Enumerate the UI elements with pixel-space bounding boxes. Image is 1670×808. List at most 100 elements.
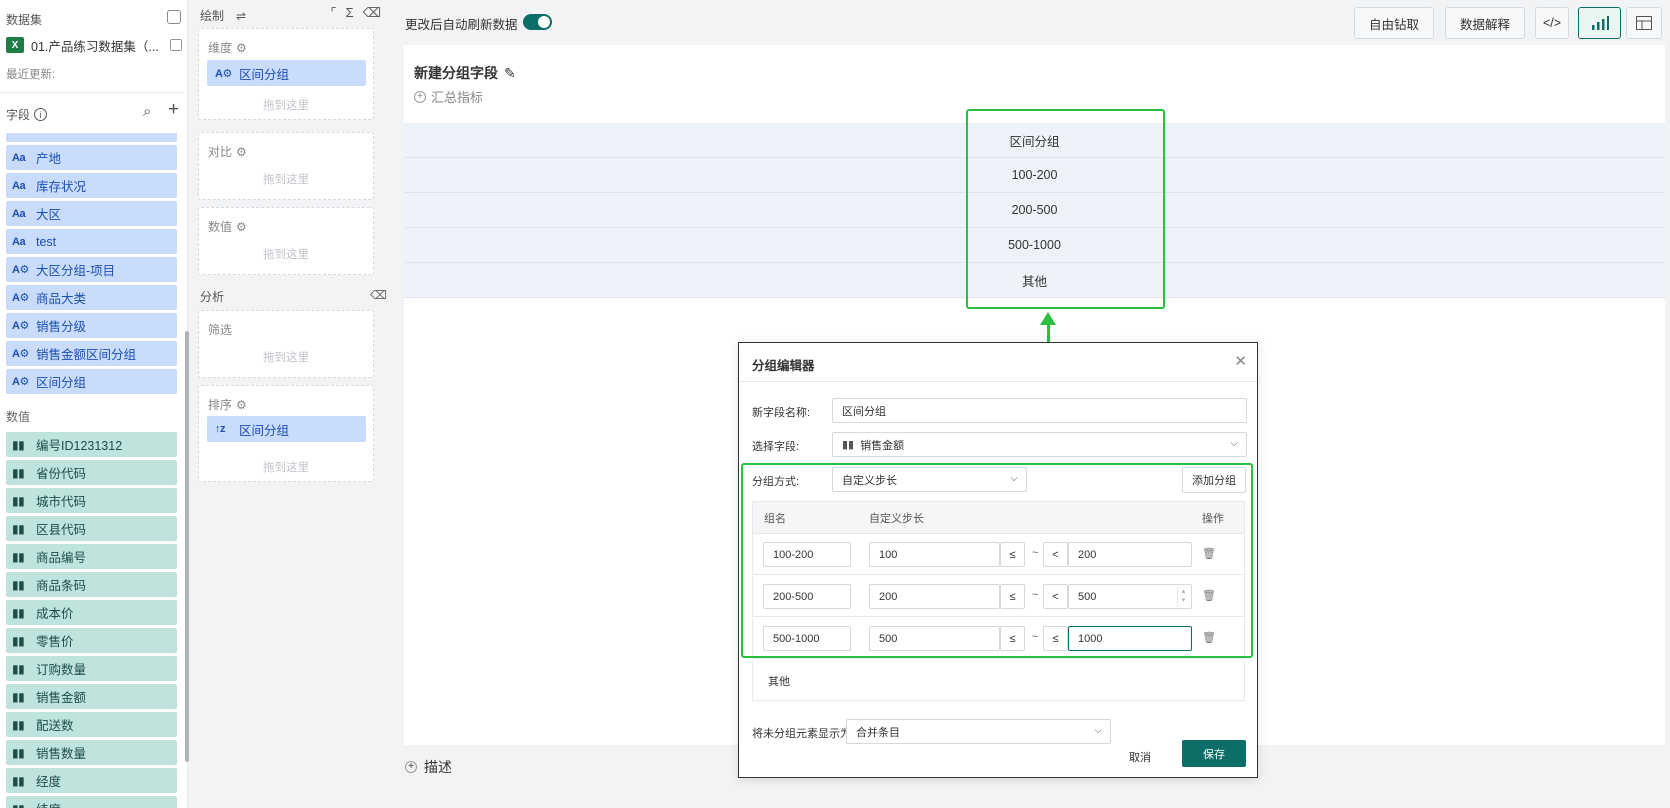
dimension-zone[interactable]: 维度 ⚙ A⚙ 区间分组 拖到这里 xyxy=(198,28,374,120)
dataset-row[interactable]: X 01.产品练习数据集（... xyxy=(6,36,184,54)
eraser-icon[interactable]: ⌫ xyxy=(370,288,387,302)
describe-button[interactable]: + 描述 xyxy=(405,757,452,777)
measure-field[interactable]: ▮▮ 销售金额 xyxy=(6,684,177,709)
dimension-field[interactable]: Aa 库存状况 xyxy=(6,173,177,198)
cancel-button[interactable]: 取消 xyxy=(1129,749,1151,765)
auto-refresh-label: 更改后自动刷新数据 xyxy=(405,18,518,32)
measure-icon: ▮▮ xyxy=(12,745,25,760)
add-circle-icon: + xyxy=(405,761,417,773)
dataset-preview-icon[interactable] xyxy=(170,39,182,51)
new-field-label: 新字段名称: xyxy=(752,407,811,419)
group-field-icon: A⚙ xyxy=(12,292,29,304)
group-field-icon: A⚙ xyxy=(12,320,29,332)
gear-icon[interactable]: ⚙ xyxy=(236,145,247,159)
measure-icon: ▮▮ xyxy=(12,717,25,732)
save-button[interactable]: 保存 xyxy=(1182,740,1246,767)
switch-dataset-icon[interactable] xyxy=(167,10,181,24)
group-rows-highlight-box xyxy=(741,463,1253,658)
sigma-icon[interactable]: Σ xyxy=(346,5,354,21)
measure-field[interactable]: ▮▮ 区县代码 xyxy=(6,516,177,541)
info-icon[interactable]: i xyxy=(34,108,48,121)
gear-icon[interactable]: ⚙ xyxy=(236,220,247,234)
dimension-field[interactable]: A⚙ 销售分级 xyxy=(6,313,177,338)
auto-refresh-toggle[interactable] xyxy=(523,14,552,30)
measure-icon: ▮▮ xyxy=(12,633,25,648)
measure-field[interactable]: ▮▮ 成本价 xyxy=(6,600,177,625)
chart-view-button[interactable] xyxy=(1578,7,1621,39)
corner-icon[interactable]: ⌜ xyxy=(330,5,336,21)
drop-hint: 拖到这里 xyxy=(263,249,309,261)
bar-chart-icon xyxy=(1591,16,1609,30)
measure-icon: ▮▮ xyxy=(12,437,25,452)
divider xyxy=(739,381,1257,382)
arrow-head-icon xyxy=(1040,312,1056,325)
measure-field[interactable]: ▮▮ 城市代码 xyxy=(6,488,177,513)
filter-zone[interactable]: 筛选 拖到这里 xyxy=(198,310,374,378)
fields-header: 字段 i xyxy=(6,106,48,123)
dimension-field[interactable]: A⚙ 大区分组-项目 xyxy=(6,257,177,282)
eraser-icon[interactable]: ⌫ xyxy=(363,5,381,21)
measure-field[interactable]: ▮▮ 销售数量 xyxy=(6,740,177,765)
dimension-field[interactable]: A⚙ 区间分组 xyxy=(6,369,177,394)
table-view-button[interactable] xyxy=(1626,7,1662,39)
edit-icon[interactable]: ✎ xyxy=(504,65,516,82)
gear-icon[interactable]: ⚙ xyxy=(236,398,247,412)
measure-field[interactable]: ▮▮ 省份代码 xyxy=(6,460,177,485)
summary-metric[interactable]: + 汇总指标 xyxy=(414,87,483,106)
divider xyxy=(0,92,185,93)
gear-icon[interactable]: ⚙ xyxy=(236,41,247,55)
dimension-field[interactable]: Aa test xyxy=(6,229,177,254)
dimension-field[interactable]: Aa 产地 xyxy=(6,145,177,170)
free-drill-button[interactable]: 自由钻取 xyxy=(1354,7,1434,39)
drop-hint: 拖到这里 xyxy=(263,100,309,112)
fields-label: 字段 xyxy=(6,108,31,122)
ungrouped-label: 将未分组元素显示为: xyxy=(752,728,855,740)
measure-icon: ▮▮ xyxy=(12,661,25,676)
measure-field[interactable]: ▮▮ 配送数 xyxy=(6,712,177,737)
dimension-field[interactable]: A⚙ 商品大类 xyxy=(6,285,177,310)
measure-icon: ▮▮ xyxy=(12,521,25,536)
measure-field[interactable]: ▮▮ 经度 xyxy=(6,768,177,793)
value-zone-title: 数值 ⚙ xyxy=(208,219,247,235)
data-explain-button[interactable]: 数据解释 xyxy=(1445,7,1525,39)
value-zone[interactable]: 数值 ⚙ 拖到这里 xyxy=(198,207,374,275)
measure-field[interactable]: ▮▮ 零售价 xyxy=(6,628,177,653)
values-section-label: 数值 xyxy=(6,410,31,424)
measure-field[interactable]: ▮▮ 订购数量 xyxy=(6,656,177,681)
dimension-zone-title: 维度 ⚙ xyxy=(208,40,247,56)
compare-zone[interactable]: 对比 ⚙ 拖到这里 xyxy=(198,132,374,200)
group-field-icon: A⚙ xyxy=(12,264,29,276)
table-highlight-box xyxy=(966,109,1165,309)
measure-field[interactable]: ▮▮ 商品编号 xyxy=(6,544,177,569)
close-icon[interactable]: ✕ xyxy=(1234,352,1247,370)
group-field-icon: A⚙ xyxy=(12,376,29,388)
sort-pill[interactable]: ↑z 区间分组 xyxy=(207,416,366,442)
measure-icon: ▮▮ xyxy=(12,773,25,788)
select-field-dropdown[interactable]: ▮▮ 销售金额 ⌵ xyxy=(832,432,1247,457)
add-field-icon[interactable]: + xyxy=(168,99,179,121)
last-updated-label: 最近更新: xyxy=(6,69,56,81)
chevron-down-icon: ⌵ xyxy=(1094,725,1102,736)
measure-field[interactable]: ▮▮纬度 xyxy=(6,796,177,808)
group-field-icon: A⚙ xyxy=(215,67,232,80)
other-group-row: 其他 xyxy=(752,661,1245,701)
dimension-field-list: Aa 产地 Aa 库存状况 Aa 大区 Aa test A⚙ 大区分组-项目 A⚙ 商品大类 A⚙ 销售分… xyxy=(6,133,177,397)
dataset-panel: 数据集 X 01.产品练习数据集（... 最近更新: 字段 i ⌕ + Aa 产地… xyxy=(0,0,189,808)
measure-icon: ▮▮ xyxy=(12,493,25,508)
sort-zone-title: 排序 ⚙ xyxy=(208,397,247,413)
ungrouped-dropdown[interactable]: 合并条目 ⌵ xyxy=(846,719,1111,744)
measure-field-list: ▮▮ 编号ID1231312 ▮▮ 省份代码 ▮▮ 城市代码 ▮▮ 区县代码 ▮▮ 商品编号 ▮▮ 商… xyxy=(6,432,177,808)
dimension-field[interactable]: Aa 大区 xyxy=(6,201,177,226)
sort-zone[interactable]: 排序 ⚙ ↑z 区间分组 拖到这里 xyxy=(198,385,374,482)
chevron-down-icon: ⌵ xyxy=(1230,438,1238,449)
code-button[interactable]: </> xyxy=(1535,7,1569,39)
dialog-title: 分组编辑器 xyxy=(752,359,815,373)
dimension-field[interactable]: A⚙ 销售金额区间分组 xyxy=(6,341,177,366)
dimension-pill[interactable]: A⚙ 区间分组 xyxy=(207,60,366,86)
search-icon[interactable]: ⌕ xyxy=(143,103,151,120)
measure-field[interactable]: ▮▮ 商品条码 xyxy=(6,572,177,597)
add-circle-icon: + xyxy=(414,90,426,103)
measure-field[interactable]: ▮▮ 编号ID1231312 xyxy=(6,432,177,457)
new-field-name-input[interactable]: 区间分组 xyxy=(832,398,1247,423)
settings-sliders-icon[interactable]: ⇌ xyxy=(236,9,246,23)
